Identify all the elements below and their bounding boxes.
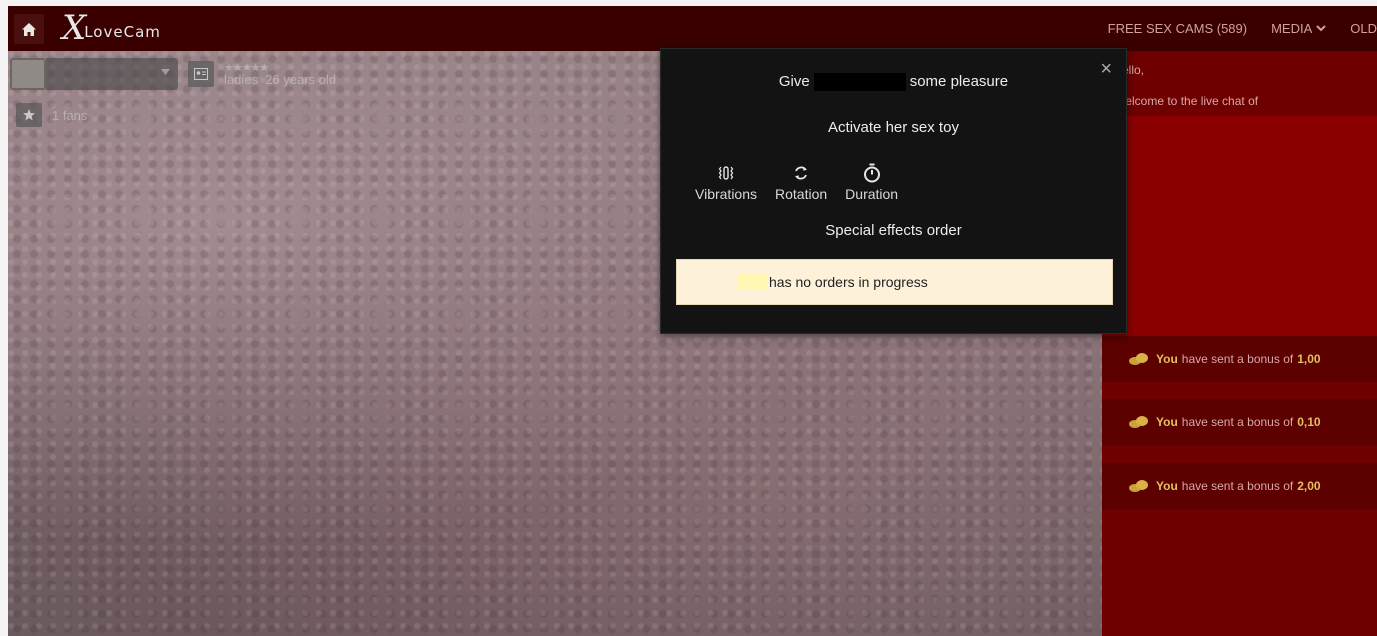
bonus-you: You (1156, 352, 1178, 366)
fans-count: 1 fans (52, 107, 88, 123)
logo-text: LoveCam (84, 23, 161, 41)
model-category: ladies (224, 72, 258, 87)
bonus-text: have sent a bonus of (1181, 415, 1294, 429)
home-button[interactable] (14, 14, 44, 44)
nav-label: OLD (1350, 21, 1377, 36)
title-prefix: Give (778, 73, 810, 90)
logo[interactable]: X LoveCam (62, 11, 161, 45)
model-info-bar: ★★★★★ ladies 26 years old (10, 57, 336, 91)
fans-row: 1 fans (16, 103, 87, 127)
model-info: ★★★★★ ladies 26 years old (224, 63, 337, 87)
coins-icon (1129, 353, 1148, 365)
bonus-text: have sent a bonus of (1181, 352, 1294, 366)
redacted-name-highlight (737, 274, 767, 290)
option-label: Rotation (775, 186, 828, 202)
title-suffix: some pleasure (909, 73, 1009, 90)
id-card-icon (194, 68, 208, 80)
redacted-name (813, 73, 906, 92)
logo-x: X (62, 8, 87, 48)
bonus-amount: 1,00 (1297, 352, 1321, 366)
main-nav: FREE SEX CAMS (589) MEDIA OLD (1108, 6, 1377, 51)
sex-toy-popup: × Give some pleasure Activate her sex toy… (660, 48, 1127, 334)
option-duration[interactable]: Duration (845, 162, 898, 202)
model-select-dropdown[interactable] (46, 58, 178, 90)
bonus-you: You (1156, 415, 1178, 429)
rotation-icon (793, 162, 809, 184)
bonus-message: You have sent a bonus of 2,00 (1102, 463, 1377, 509)
nav-old[interactable]: OLD (1350, 21, 1377, 36)
chevron-down-icon (1316, 25, 1326, 32)
chat-message-area (1102, 116, 1377, 336)
option-rotation[interactable]: Rotation (775, 162, 827, 202)
timer-icon (863, 162, 881, 184)
star-plus-icon (23, 109, 35, 121)
model-age: 26 years old (265, 72, 337, 87)
coins-icon (1129, 480, 1148, 492)
bonus-message: You have sent a bonus of 1,00 (1102, 336, 1377, 382)
nav-free-sex-cams[interactable]: FREE SEX CAMS (589) (1108, 21, 1247, 36)
nav-label: FREE SEX CAMS (589) (1107, 21, 1248, 36)
popup-subtitle: Activate her sex toy (828, 119, 959, 136)
bonus-amount: 0,10 (1297, 415, 1321, 429)
orders-status-text: has no orders in progress (769, 274, 928, 290)
toy-options: Vibrations Rotation Duration (695, 162, 898, 202)
bonus-you: You (1156, 479, 1178, 493)
popup-title: Give some pleasure (661, 73, 1126, 92)
bonus-message: You have sent a bonus of 0,10 (1102, 399, 1377, 445)
profile-card-button[interactable] (188, 61, 214, 87)
nav-media[interactable]: MEDIA (1271, 21, 1326, 36)
chat-welcome: /elcome to the live chat of (1122, 94, 1259, 108)
vibration-icon (717, 162, 735, 184)
bonus-amount: 2,00 (1297, 479, 1321, 493)
model-meta: ladies 26 years old (224, 72, 337, 87)
bonus-text: have sent a bonus of (1181, 479, 1294, 493)
caret-down-icon (161, 69, 170, 75)
orders-title: Special effects order (825, 222, 962, 239)
chat-panel: ello, /elcome to the live chat of You ha… (1102, 51, 1377, 636)
home-icon (22, 22, 36, 36)
option-label: Vibrations (695, 186, 758, 202)
orders-status-box: has no orders in progress (676, 259, 1113, 305)
app-window: X LoveCam FREE SEX CAMS (589) MEDIA OLD (8, 6, 1377, 636)
nav-label: MEDIA (1271, 21, 1313, 36)
avatar[interactable] (10, 58, 46, 90)
add-fan-button[interactable] (16, 103, 42, 127)
top-bar: X LoveCam FREE SEX CAMS (589) MEDIA OLD (8, 6, 1377, 51)
option-label: Duration (845, 186, 899, 202)
option-vibrations[interactable]: Vibrations (695, 162, 757, 202)
coins-icon (1129, 416, 1148, 428)
